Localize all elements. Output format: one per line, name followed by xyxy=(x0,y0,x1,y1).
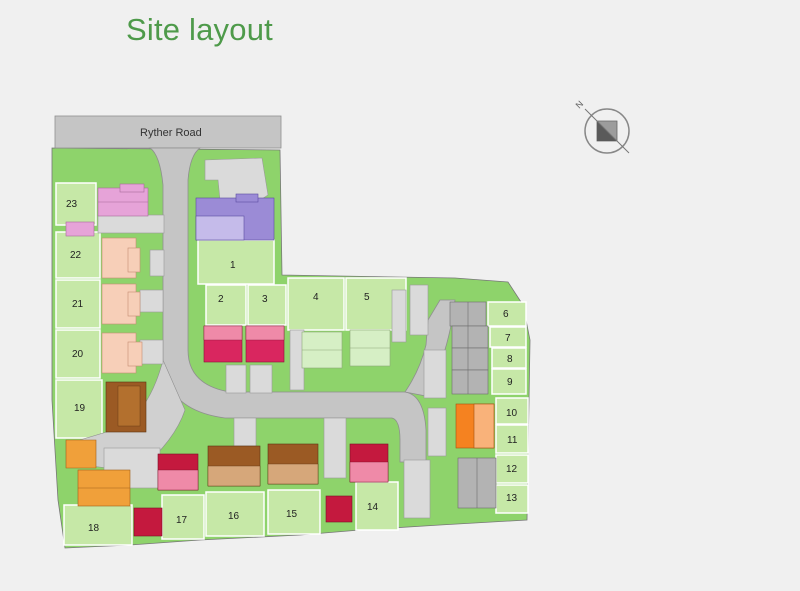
plot-1[interactable] xyxy=(197,239,275,285)
plot-label-17: 17 xyxy=(176,515,188,526)
plot-label-14: 14 xyxy=(367,502,379,513)
plot-label-21: 21 xyxy=(72,299,84,310)
plot-label-12: 12 xyxy=(506,464,518,475)
house-19 xyxy=(105,381,147,433)
plot-label-19: 19 xyxy=(74,403,86,414)
compass-icon: N xyxy=(574,99,630,154)
plot-label-5: 5 xyxy=(364,292,370,303)
plot-label-15: 15 xyxy=(286,509,298,520)
houses-6-9 xyxy=(449,301,489,395)
plot-label-4: 4 xyxy=(313,292,319,303)
plot-label-22: 22 xyxy=(70,250,82,261)
plot-label-18: 18 xyxy=(88,523,100,534)
plot-label-10: 10 xyxy=(506,408,518,419)
plot-label-13: 13 xyxy=(506,493,518,504)
plot-label-8: 8 xyxy=(507,354,513,365)
plot-3[interactable] xyxy=(247,284,287,326)
houses-12-13 xyxy=(457,457,497,509)
plot-2[interactable] xyxy=(205,284,247,326)
plot-label-1: 1 xyxy=(230,260,236,271)
plot-label-7: 7 xyxy=(505,333,511,344)
plot-label-11: 11 xyxy=(507,435,518,446)
plot-4[interactable] xyxy=(287,277,345,331)
plot-label-20: 20 xyxy=(72,349,84,360)
plot-label-16: 16 xyxy=(228,511,240,522)
plot-label-9: 9 xyxy=(507,377,513,388)
house-1 xyxy=(195,193,275,241)
houses-10-11 xyxy=(455,403,495,449)
road-label: Ryther Road xyxy=(140,127,202,139)
compass-north-label: N xyxy=(574,99,586,111)
site-layout-map: N Ryther Road 1 2 3 4 5 6 7 8 9 10 11 12… xyxy=(51,99,630,549)
plot-label-6: 6 xyxy=(503,309,509,320)
plot-label-2: 2 xyxy=(218,294,224,305)
houses-peach xyxy=(101,237,143,374)
plot-label-3: 3 xyxy=(262,294,268,305)
plot-label-23: 23 xyxy=(66,199,78,210)
